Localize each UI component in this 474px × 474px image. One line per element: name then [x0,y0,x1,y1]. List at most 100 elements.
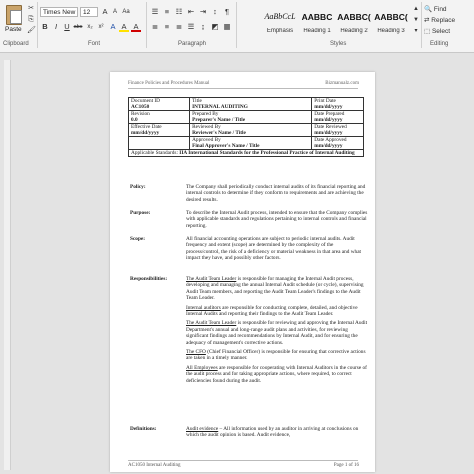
line-spacing-icon[interactable]: ↨ [198,22,208,32]
effective-date-value: mm/dd/yyyy [131,130,160,136]
justify-icon[interactable]: ☰ [186,22,196,32]
clipboard-group-label: Clipboard [3,41,29,47]
style-sample: AaBbCcL [264,12,296,21]
font-name-dropdown[interactable]: Times New Ro [40,7,78,17]
font-size-dropdown[interactable]: 12 [80,7,98,17]
find-button[interactable]: 🔍 Find [424,5,447,13]
font-group-label: Font [88,41,101,47]
underline-button[interactable]: U [62,22,72,32]
prepared-by-value: Preparer's Name / Title [192,117,246,123]
responsibility-item: Internal auditors are responsible for co… [186,305,368,318]
revision-value: 0.0 [131,117,138,123]
date-approved-value: mm/dd/yyyy [314,143,343,149]
styles-group-label: Styles [330,41,347,47]
shrink-font-icon[interactable]: A [110,7,120,17]
show-formatting-icon[interactable]: ¶ [222,7,232,17]
style-sample: AABBC( [374,12,408,22]
footer-rule [128,460,358,461]
editing-group-label: Editing [430,41,449,47]
policy-label: Policy: [130,184,146,190]
replace-label: Replace [431,17,456,24]
highlight-button[interactable]: A [119,22,129,32]
align-right-icon[interactable]: ≣ [174,22,184,32]
scope-label: Scope: [130,236,146,242]
styles-scroll-up-icon[interactable]: ▲ [411,4,421,14]
group-separator [421,2,422,48]
responsibility-item: All Employees are responsible for cooper… [186,365,368,384]
bold-button[interactable]: B [40,22,50,32]
replace-button[interactable]: ⇄ Replace [424,16,455,24]
numbering-icon[interactable]: ≡ [162,7,172,17]
text-effects-button[interactable]: A [108,22,118,32]
purpose-text: To describe the Internal Audit process, … [186,210,368,229]
align-center-icon[interactable]: ≡ [162,22,172,32]
purpose-label: Purpose: [130,210,151,216]
style-heading-2[interactable]: AABBC( Heading 2 [336,4,372,38]
ribbon: Paste ✂ ⎘ 🖌 Clipboard Times New Ro 12 A … [0,0,474,53]
title-value: INTERNAL AUDITING [192,104,248,110]
vertical-ruler[interactable] [4,60,11,470]
definition-term: Audit evidence [186,426,219,432]
replace-icon: ⇄ [424,17,430,24]
increase-indent-icon[interactable]: ⇥ [198,7,208,17]
multilevel-list-icon[interactable]: ☷ [174,7,184,17]
sort-icon[interactable]: ↕ [210,7,220,17]
reviewed-by-value: Reviewer's Name / Title [192,130,246,136]
responsibility-text: (Chief Financial Officer) is responsible… [186,349,366,362]
style-name: Heading 3 [377,28,405,34]
header-left: Finance Policies and Procedures Manual [128,81,210,86]
responsibility-role: Internal auditors [186,304,221,311]
paragraph-group-label: Paragraph [178,41,207,47]
shading-icon[interactable]: ◩ [210,22,220,32]
print-date-value: mm/dd/yyyy [314,104,343,110]
font-color-button[interactable]: A [131,22,141,32]
copy-icon[interactable]: ⎘ [27,16,35,24]
standards-label: Applicable Standards: [131,150,178,156]
superscript-button[interactable]: x² [96,22,106,32]
approved-by-value: Final Approver's Name / Title [192,143,260,149]
scope-text: All financial accounting operations are … [186,236,362,262]
responsibility-role: The CFO [186,349,206,356]
select-label: Select [431,28,451,35]
find-label: Find [433,6,447,13]
italic-button[interactable]: I [51,22,61,32]
date-reviewed-value: mm/dd/yyyy [314,130,343,136]
responsibility-item: The Audit Team Leader is responsible for… [186,276,368,302]
definition-item: Audit evidence – All information used by… [186,426,368,439]
group-separator [37,2,38,48]
styles-scroll-down-icon[interactable]: ▼ [411,15,421,25]
style-emphasis[interactable]: AaBbCcL Emphasis [262,4,298,38]
align-left-icon[interactable]: ≣ [150,22,160,32]
style-heading-3[interactable]: AABBC( Heading 3 [373,4,409,38]
styles-more-icon[interactable]: ▾ [411,26,421,36]
bullets-icon[interactable]: ☰ [150,7,160,17]
style-sample: AABBC [301,12,333,22]
date-prepared-value: mm/dd/yyyy [314,117,343,123]
document-control-table: Document ID AC1050 Title INTERNAL AUDITING… [127,97,364,157]
policy-text: The Company shall periodically conduct i… [186,184,366,203]
responsibility-role: The Audit Team Leader [186,320,237,327]
responsibility-item: The CFO (Chief Financial Officer) is res… [186,349,368,362]
grow-font-icon[interactable]: A [100,7,110,17]
style-name: Heading 2 [340,28,368,34]
decrease-indent-icon[interactable]: ⇤ [186,7,196,17]
select-button[interactable]: ⬚ Select [424,27,450,35]
format-painter-icon[interactable]: 🖌 [27,27,36,35]
paste-button[interactable]: Paste [2,3,24,39]
document-page[interactable]: Finance Policies and Procedures Manual B… [110,72,375,472]
group-separator [146,2,147,48]
footer-right: Page 1 of 16 [333,463,359,468]
borders-icon[interactable]: ▦ [222,22,232,32]
find-icon: 🔍 [424,6,433,13]
change-case-button[interactable]: Aa [121,7,131,17]
header-right: Bizmanualz.com [325,81,359,86]
definitions-label: Definitions: [130,426,157,432]
cut-icon[interactable]: ✂ [27,5,35,13]
style-heading-1[interactable]: AABBC Heading 1 [299,4,335,38]
doc-id-value: AC1050 [131,104,150,110]
style-name: Emphasis [266,28,294,34]
strikethrough-button[interactable]: abc [73,22,83,32]
standards-value: IIA International Standards for the Prof… [179,150,355,156]
subscript-button[interactable]: x₂ [85,22,95,32]
responsibilities-label: Responsibilities: [130,276,168,282]
